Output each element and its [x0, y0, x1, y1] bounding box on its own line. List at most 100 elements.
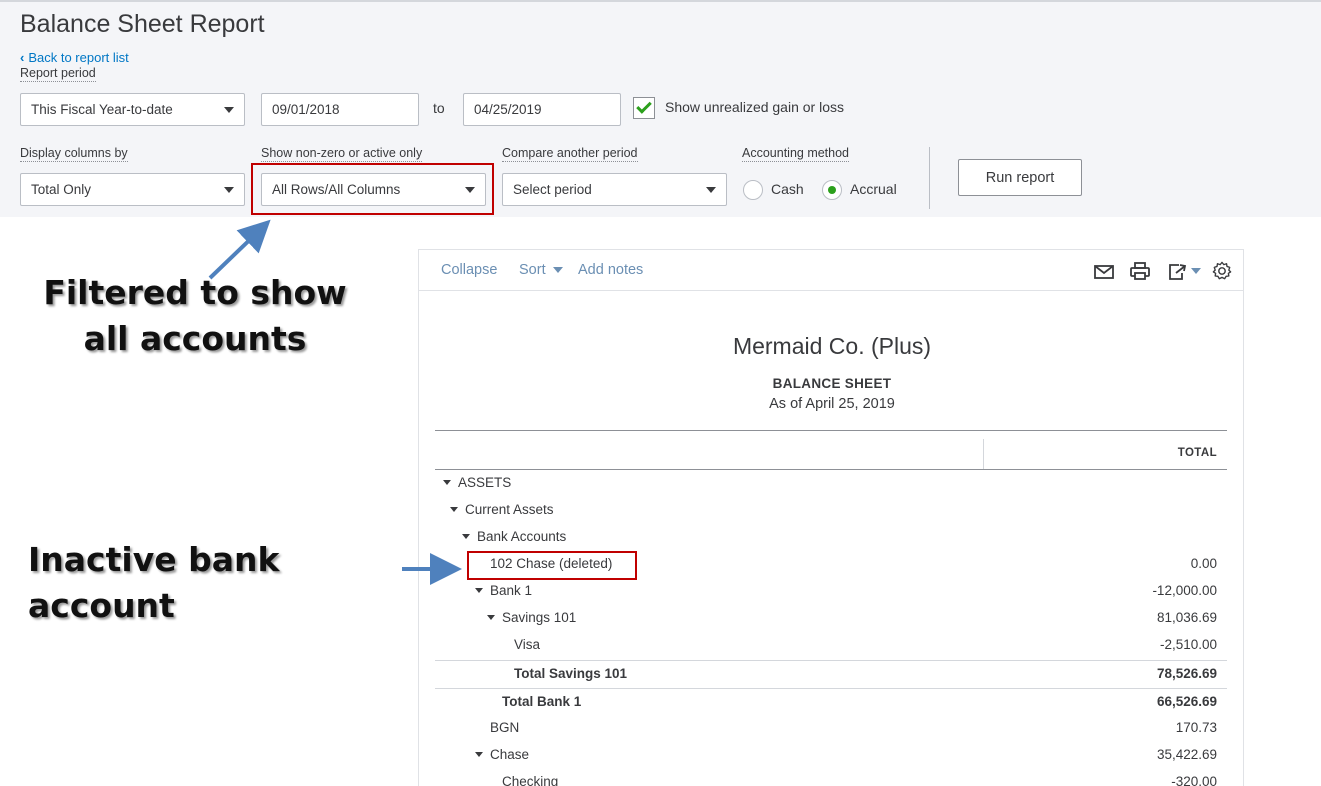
table-row[interactable]: Chase 35,422.69 — [435, 742, 1227, 769]
row-label-text: Savings 101 — [502, 610, 577, 625]
table-row: Visa -2,510.00 — [435, 632, 1227, 659]
filter-annotation-line2: all accounts — [83, 319, 307, 358]
nonzero-highlight-box — [251, 163, 494, 215]
row-amount: 0.00 — [1190, 556, 1217, 571]
row-label-text: Bank Accounts — [477, 529, 567, 544]
settings-divider — [929, 147, 930, 209]
print-icon[interactable] — [1129, 261, 1151, 281]
report-toolbar: Collapse Sort Add notes — [419, 250, 1243, 291]
run-report-button[interactable]: Run report — [958, 159, 1082, 196]
cash-radio-label: Cash — [771, 181, 804, 197]
compare-period-select[interactable]: Select period — [502, 173, 727, 206]
row-label: Savings 101 — [487, 610, 576, 625]
back-link-label: Back to report list — [28, 50, 129, 65]
radio-selected-dot — [828, 186, 836, 194]
row-amount: 78,526.69 — [1156, 666, 1217, 681]
display-columns-label: Display columns by — [20, 146, 128, 162]
table-row[interactable]: Bank 1 -12,000.00 — [435, 578, 1227, 605]
row-label-text: Current Assets — [465, 502, 554, 517]
header-rule — [435, 430, 1227, 431]
settings-icon[interactable] — [1211, 261, 1233, 281]
row-label-text: ASSETS — [458, 475, 512, 490]
nonzero-label: Show non-zero or active only — [261, 146, 423, 162]
end-date-input[interactable]: 04/25/2019 — [463, 93, 621, 126]
chevron-left-icon: ‹ — [20, 50, 25, 65]
table-row[interactable]: Savings 101 81,036.69 — [435, 605, 1227, 632]
row-amount: 170.73 — [1175, 720, 1217, 735]
cash-radio[interactable] — [743, 180, 763, 200]
unrealized-gain-checkbox[interactable] — [633, 97, 655, 119]
compare-period-value: Select period — [513, 182, 592, 197]
row-amount: -2,510.00 — [1159, 637, 1217, 652]
expand-triangle-icon[interactable] — [487, 614, 495, 620]
table-row: BGN 170.73 — [435, 715, 1227, 742]
chevron-down-icon — [224, 106, 234, 113]
sort-dropdown[interactable]: Sort — [519, 262, 563, 278]
table-row[interactable]: ASSETS — [435, 470, 1227, 497]
caret-down-icon — [552, 267, 563, 274]
accrual-radio[interactable] — [822, 180, 842, 200]
row-label: Current Assets — [450, 502, 554, 517]
row-label: BGN — [490, 720, 519, 735]
total-row: Total Savings 101 78,526.69 — [435, 660, 1227, 688]
checkmark-icon — [636, 98, 652, 114]
report-panel: Collapse Sort Add notes Mermaid Co. (Plu… — [418, 249, 1244, 786]
row-label: Total Bank 1 — [502, 694, 581, 709]
sort-label: Sort — [519, 262, 546, 278]
filter-annotation: Filtered to show all accounts — [40, 270, 350, 362]
row-label-text: Chase — [490, 747, 530, 762]
inactive-account-highlight-box — [467, 551, 637, 580]
report-date: As of April 25, 2019 — [769, 396, 895, 412]
row-label: ASSETS — [443, 475, 511, 490]
column-divider — [983, 439, 984, 469]
table-row: Checking -320.00 — [435, 769, 1227, 786]
row-label-text: Total Savings 101 — [514, 666, 628, 681]
add-notes-link[interactable]: Add notes — [578, 262, 643, 278]
report-period-select[interactable]: This Fiscal Year-to-date — [20, 93, 245, 126]
report-period-value: This Fiscal Year-to-date — [31, 102, 173, 117]
chevron-down-icon — [706, 186, 716, 193]
accrual-radio-label: Accrual — [850, 181, 897, 197]
table-row[interactable]: Current Assets — [435, 497, 1227, 524]
row-amount: 81,036.69 — [1156, 610, 1217, 625]
export-icon[interactable] — [1167, 261, 1203, 281]
filter-annotation-line1: Filtered to show — [43, 273, 347, 312]
accounting-method-label: Accounting method — [742, 146, 850, 162]
collapse-link[interactable]: Collapse — [441, 262, 497, 278]
compare-period-label: Compare another period — [502, 146, 638, 162]
report-settings-panel: Balance Sheet Report ‹ Back to report lis… — [0, 0, 1321, 217]
row-label-text: Total Bank 1 — [502, 694, 582, 709]
page-title: Balance Sheet Report — [20, 10, 265, 38]
unrealized-gain-label: Show unrealized gain or loss — [665, 99, 844, 115]
expand-triangle-icon[interactable] — [450, 506, 458, 512]
start-date-input[interactable]: 09/01/2018 — [261, 93, 419, 126]
expand-triangle-icon[interactable] — [475, 587, 483, 593]
display-columns-value: Total Only — [31, 182, 92, 197]
row-label: Checking — [502, 774, 558, 786]
column-header-total: TOTAL — [1177, 447, 1217, 459]
row-amount: -12,000.00 — [1152, 583, 1217, 598]
email-icon[interactable] — [1093, 261, 1115, 281]
row-label: Bank 1 — [475, 583, 532, 598]
row-label-text: Bank 1 — [490, 583, 533, 598]
display-columns-select[interactable]: Total Only — [20, 173, 245, 206]
row-amount: -320.00 — [1171, 774, 1217, 786]
back-to-report-list-link[interactable]: ‹ Back to report list — [20, 50, 129, 65]
row-label: Chase — [475, 747, 529, 762]
row-amount: 35,422.69 — [1156, 747, 1217, 762]
company-name: Mermaid Co. (Plus) — [732, 333, 932, 359]
inactive-annotation: Inactive bank account — [28, 540, 280, 625]
expand-triangle-icon[interactable] — [443, 479, 451, 485]
expand-triangle-icon[interactable] — [462, 533, 470, 539]
report-title: BALANCE SHEET — [772, 376, 892, 391]
total-row: Total Bank 1 66,526.69 — [435, 688, 1227, 716]
expand-triangle-icon[interactable] — [475, 751, 483, 757]
to-label: to — [433, 100, 445, 116]
filter-arrow-icon — [208, 219, 462, 585]
row-label-text: BGN — [490, 720, 520, 735]
row-label: Bank Accounts — [462, 529, 566, 544]
table-row[interactable]: Bank Accounts — [435, 524, 1227, 551]
row-label-text: Checking — [502, 774, 559, 786]
row-label-text: Visa — [514, 637, 541, 652]
row-amount: 66,526.69 — [1156, 694, 1217, 709]
